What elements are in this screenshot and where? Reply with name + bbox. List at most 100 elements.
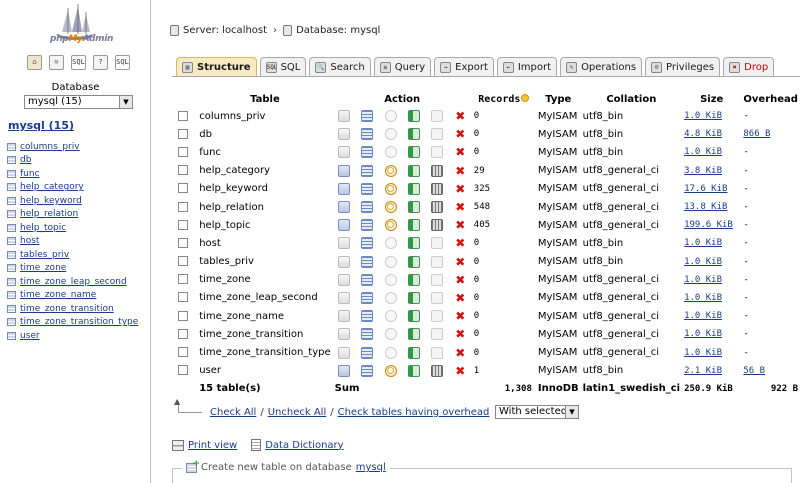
sidebar-table-link[interactable]: columns_priv <box>20 142 80 152</box>
browse-icon[interactable] <box>338 364 351 377</box>
table-icon[interactable] <box>7 223 16 232</box>
browse-icon[interactable] <box>338 310 351 323</box>
table-icon[interactable] <box>7 318 16 327</box>
search-action[interactable] <box>379 216 402 234</box>
table-icon[interactable] <box>7 291 16 300</box>
row-size-link[interactable]: 199.6 KiB <box>684 220 733 230</box>
search-action[interactable] <box>379 343 402 361</box>
row-size-link[interactable]: 1.0 KiB <box>684 147 722 157</box>
drop-action[interactable]: ✖ <box>449 198 472 216</box>
row-table-name[interactable]: help_category <box>193 162 332 180</box>
row-checkbox[interactable] <box>177 256 188 267</box>
empty-action[interactable] <box>426 362 449 380</box>
sidebar-table-item[interactable]: help_keyword <box>7 194 138 208</box>
sql-docs-icon[interactable]: SQL <box>115 55 130 70</box>
check-all-link[interactable]: Check All <box>210 407 256 418</box>
tab-operations[interactable]: ✎ Operations <box>560 57 643 76</box>
row-checkbox[interactable] <box>177 165 188 176</box>
structure-action[interactable] <box>356 289 379 307</box>
row-table-name[interactable]: time_zone_name <box>193 307 332 325</box>
row-checkbox[interactable] <box>177 201 188 212</box>
row-checkbox[interactable] <box>177 365 188 376</box>
insert-icon[interactable] <box>407 146 420 159</box>
sidebar-table-link[interactable]: db <box>20 155 31 165</box>
insert-icon[interactable] <box>407 291 420 304</box>
browse-action[interactable] <box>333 253 356 271</box>
tab-export[interactable]: → Export <box>434 57 494 76</box>
drop-action[interactable]: ✖ <box>449 307 472 325</box>
row-size-link[interactable]: 1.0 KiB <box>684 257 722 267</box>
sidebar-table-item[interactable]: help_relation <box>7 208 138 222</box>
structure-action[interactable] <box>356 271 379 289</box>
browse-action[interactable] <box>333 198 356 216</box>
drop-action[interactable]: ✖ <box>449 234 472 252</box>
structure-action[interactable] <box>356 253 379 271</box>
print-view-label[interactable]: Print view <box>188 440 237 451</box>
row-checkbox-cell[interactable] <box>172 234 193 252</box>
help-icon[interactable]: ? <box>93 55 108 70</box>
insert-action[interactable] <box>402 325 425 343</box>
row-table-name[interactable]: user <box>193 362 332 380</box>
browse-icon[interactable] <box>338 110 351 123</box>
insert-action[interactable] <box>402 216 425 234</box>
table-icon[interactable] <box>7 277 16 286</box>
row-checkbox-cell[interactable] <box>172 180 193 198</box>
search-icon[interactable] <box>384 110 397 123</box>
row-table-name[interactable]: host <box>193 234 332 252</box>
structure-icon[interactable] <box>361 364 374 377</box>
search-icon[interactable] <box>384 182 397 195</box>
sidebar-table-item[interactable]: help_topic <box>7 221 138 235</box>
browse-action[interactable] <box>333 307 356 325</box>
search-action[interactable] <box>379 107 402 125</box>
structure-action[interactable] <box>356 362 379 380</box>
structure-icon[interactable] <box>361 164 374 177</box>
empty-icon[interactable] <box>431 273 444 286</box>
search-icon[interactable] <box>384 310 397 323</box>
structure-action[interactable] <box>356 234 379 252</box>
row-checkbox[interactable] <box>177 274 188 285</box>
header-records[interactable]: Records <box>472 91 536 107</box>
search-icon[interactable] <box>384 364 397 377</box>
row-table-name[interactable]: help_topic <box>193 216 332 234</box>
insert-icon[interactable] <box>407 328 420 341</box>
drop-icon[interactable]: ✖ <box>455 165 465 177</box>
drop-action[interactable]: ✖ <box>449 180 472 198</box>
search-icon[interactable] <box>384 201 397 214</box>
sidebar-table-link[interactable]: help_relation <box>20 209 78 219</box>
exit-icon[interactable]: ⎋ <box>49 55 64 70</box>
empty-icon[interactable] <box>431 364 444 377</box>
sidebar-table-link[interactable]: help_topic <box>20 223 66 233</box>
table-icon[interactable] <box>7 237 16 246</box>
search-action[interactable] <box>379 198 402 216</box>
sidebar-table-link[interactable]: time_zone_transition_type <box>20 317 138 327</box>
search-action[interactable] <box>379 253 402 271</box>
tab-privileges[interactable]: ☺ Privileges <box>645 57 721 76</box>
browse-icon[interactable] <box>338 346 351 359</box>
row-checkbox-cell[interactable] <box>172 162 193 180</box>
insert-action[interactable] <box>402 307 425 325</box>
row-checkbox[interactable] <box>177 128 188 139</box>
search-action[interactable] <box>379 307 402 325</box>
insert-icon[interactable] <box>407 219 420 232</box>
structure-icon[interactable] <box>361 146 374 159</box>
table-icon[interactable] <box>7 250 16 259</box>
table-icon[interactable] <box>7 331 16 340</box>
sidebar-table-item[interactable]: columns_priv <box>7 140 138 154</box>
row-overhead-link[interactable]: 56 B <box>743 366 765 376</box>
empty-icon[interactable] <box>431 310 444 323</box>
insert-icon[interactable] <box>407 237 420 250</box>
drop-action[interactable]: ✖ <box>449 271 472 289</box>
row-table-name[interactable]: func <box>193 143 332 161</box>
browse-icon[interactable] <box>338 164 351 177</box>
row-checkbox-cell[interactable] <box>172 198 193 216</box>
tab-sql[interactable]: SQL SQL <box>259 57 307 76</box>
row-table-name[interactable]: time_zone <box>193 271 332 289</box>
insert-icon[interactable] <box>407 255 420 268</box>
row-checkbox[interactable] <box>177 347 188 358</box>
structure-icon[interactable] <box>361 128 374 141</box>
sidebar-table-item[interactable]: db <box>7 154 138 168</box>
search-action[interactable] <box>379 125 402 143</box>
drop-icon[interactable]: ✖ <box>455 310 465 322</box>
structure-icon[interactable] <box>361 201 374 214</box>
row-table-name[interactable]: help_relation <box>193 198 332 216</box>
